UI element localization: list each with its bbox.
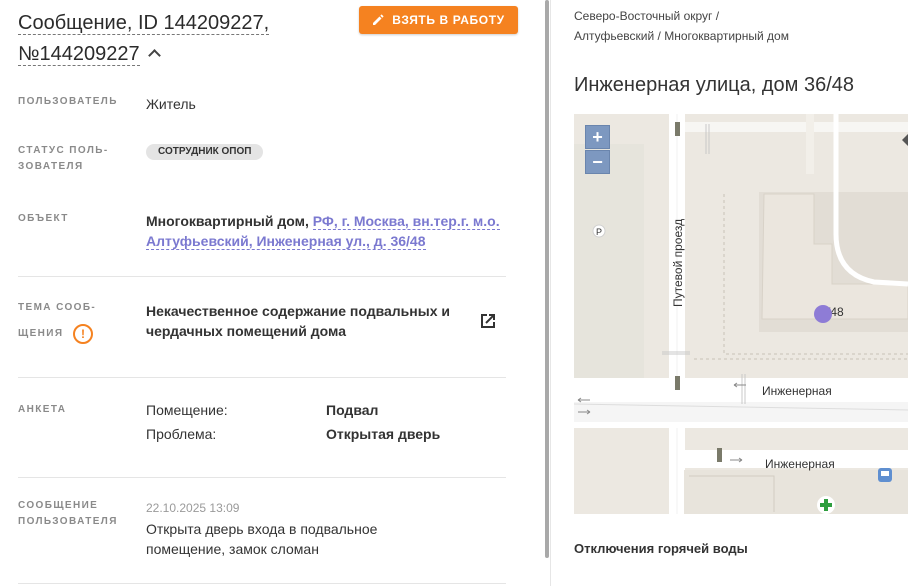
object-line2: Алтуфьевский, Инженерная ул., д. 36/48 xyxy=(146,231,500,251)
breadcrumb-line2[interactable]: Алтуфьевский / Многоквартирный дом xyxy=(574,27,789,45)
user-message-label-line1: СООБЩЕНИЕ xyxy=(18,500,99,511)
message-title-text[interactable]: Сообщение, ID 144209227, №144209227 xyxy=(18,12,270,66)
object-address-link-2[interactable]: Алтуфьевский, Инженерная ул., д. 36/48 xyxy=(146,233,426,250)
object-type: Многоквартирный дом, xyxy=(146,213,309,229)
divider xyxy=(18,583,506,584)
chevron-up-icon[interactable] xyxy=(147,49,161,62)
hot-water-outage-title: Отключения горячей воды xyxy=(574,541,748,556)
divider xyxy=(18,377,506,378)
map-street-label: Инженерная xyxy=(762,384,832,398)
divider xyxy=(18,276,506,277)
open-external-icon[interactable] xyxy=(478,311,498,331)
take-to-work-label: ВЗЯТЬ В РАБОТУ xyxy=(392,13,505,27)
zoom-in-button[interactable]: + xyxy=(585,125,610,149)
topic-label-line1: ТЕМА СООБ- xyxy=(18,302,97,313)
form-label: АНКЕТА xyxy=(18,404,67,415)
user-label: ПОЛЬЗОВАТЕЛЬ xyxy=(18,96,118,107)
pencil-icon xyxy=(373,14,384,25)
object-address-link-1[interactable]: РФ, г. Москва, вн.тер.г. м.о. xyxy=(312,213,500,230)
message-text-line1: Открыта дверь входа в подвальное xyxy=(146,521,378,537)
map-street-label: Инженерная xyxy=(765,457,835,471)
object-value: Многоквартирный дом, РФ, г. Москва, вн.т… xyxy=(146,211,500,251)
zoom-out-button[interactable]: − xyxy=(585,150,610,174)
message-text: Открыта дверь входа в подвальное помещен… xyxy=(146,519,377,559)
user-value: Житель xyxy=(146,96,196,112)
topic-label: ТЕМА СООБ- ЩЕНИЯ xyxy=(18,300,118,342)
map-parking-label: P xyxy=(596,227,602,237)
map-location-marker[interactable] xyxy=(814,305,832,323)
warning-icon: ! xyxy=(73,324,93,344)
message-title[interactable]: Сообщение, ID 144209227, №144209227 xyxy=(18,8,348,70)
message-panel: Сообщение, ID 144209227, №144209227 ВЗЯТ… xyxy=(0,0,545,586)
map-street-label: Путевой проезд xyxy=(671,219,685,307)
form-key-room: Помещение: xyxy=(146,402,228,418)
message-date: 22.10.2025 13:09 xyxy=(146,501,240,515)
take-to-work-button[interactable]: ВЗЯТЬ В РАБОТУ xyxy=(359,6,518,34)
status-badge: СОТРУДНИК ОПОП xyxy=(146,144,264,160)
topic-label-line2: ЩЕНИЯ xyxy=(18,328,64,339)
user-message-label: СООБЩЕНИЕ ПОЛЬЗОВАТЕЛЯ xyxy=(18,498,118,530)
user-status-label-line1: СТАТУС ПОЛЬ- xyxy=(18,145,109,156)
user-message-label-line2: ПОЛЬЗОВАТЕЛЯ xyxy=(18,516,118,527)
scrollbar[interactable] xyxy=(545,0,549,558)
form-value-room: Подвал xyxy=(326,402,379,418)
form-key-problem: Проблема: xyxy=(146,426,217,442)
map[interactable]: P Путевой проезд Инженерная Инженерная /… xyxy=(574,114,908,514)
topic-value-line1: Некачественное содержание подвальных и xyxy=(146,303,450,319)
topic-value: Некачественное содержание подвальных и ч… xyxy=(146,301,450,341)
object-line1: Многоквартирный дом, РФ, г. Москва, вн.т… xyxy=(146,211,500,231)
map-canvas[interactable]: P Путевой проезд Инженерная Инженерная /… xyxy=(574,114,908,514)
object-address-title: Инженерная улица, дом 36/48 xyxy=(574,74,855,96)
object-label: ОБЪЕКТ xyxy=(18,213,69,224)
message-text-line2: помещение, замок сломан xyxy=(146,541,319,557)
divider xyxy=(18,477,506,478)
user-status-label-line2: ЗОВАТЕЛЯ xyxy=(18,161,84,172)
user-status-label: СТАТУС ПОЛЬ- ЗОВАТЕЛЯ xyxy=(18,143,118,175)
object-panel: Северо-Восточный округ / Алтуфьевский / … xyxy=(551,0,908,586)
topic-value-line2: чердачных помещений дома xyxy=(146,323,346,339)
breadcrumb-line1[interactable]: Северо-Восточный округ / xyxy=(574,7,719,25)
form-value-problem: Открытая дверь xyxy=(326,426,441,442)
